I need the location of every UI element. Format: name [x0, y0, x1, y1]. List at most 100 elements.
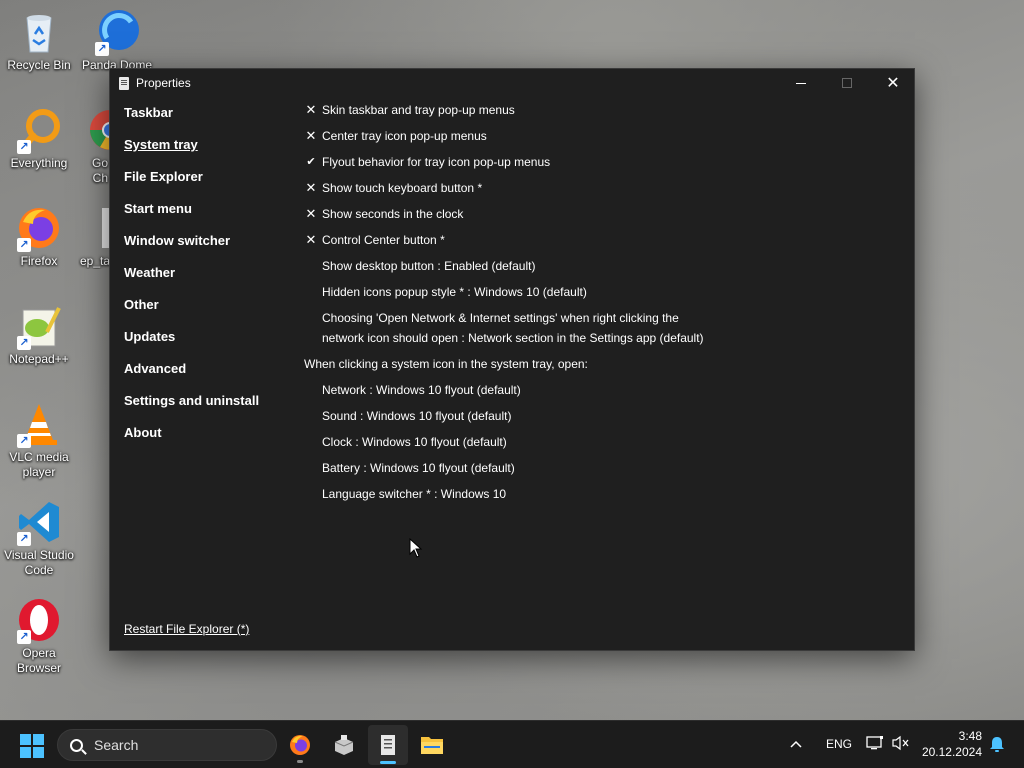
- setting-touch-keyboard-button[interactable]: ✕ Show touch keyboard button *: [304, 178, 904, 204]
- taskbar: ENG 3:48 20.12.2024: [0, 720, 1024, 768]
- minimize-button[interactable]: [778, 69, 824, 97]
- desktop-icon-label: Recycle Bin: [7, 58, 71, 72]
- sidebar-item-start-menu[interactable]: Start menu: [124, 198, 294, 230]
- desktop-icon-notepadpp[interactable]: ↗ Notepad++: [1, 302, 77, 367]
- active-indicator: [380, 761, 396, 764]
- desktop-icon-google-chrome[interactable]: Go Ch: [66, 106, 110, 186]
- language-indicator[interactable]: ENG: [826, 737, 852, 751]
- desktop-icon-label: Notepad++: [9, 352, 69, 366]
- desktop-icon-vlc[interactable]: ↗ VLC media player: [1, 400, 77, 480]
- maximize-button[interactable]: [824, 69, 870, 97]
- desktop-icon-label: ep_ta: [79, 254, 110, 268]
- desktop-icon-vscode[interactable]: ↗ Visual Studio Code: [1, 498, 77, 578]
- sidebar-item-taskbar[interactable]: Taskbar: [124, 102, 294, 134]
- section-heading-system-icon-click: When clicking a system icon in the syste…: [304, 354, 904, 380]
- taskbar-search[interactable]: [57, 729, 277, 761]
- setting-hidden-icons-popup-style[interactable]: Hidden icons popup style * : Windows 10 …: [304, 282, 904, 308]
- setting-label: Clock : Windows 10 flyout (default): [322, 435, 507, 449]
- taskbar-app-firefox[interactable]: [280, 725, 320, 765]
- setting-show-desktop-button[interactable]: Show desktop button : Enabled (default): [304, 256, 904, 282]
- desktop-icon-recycle-bin[interactable]: Recycle Bin: [1, 8, 77, 73]
- setting-label: Choosing 'Open Network & Internet settin…: [322, 311, 704, 345]
- restart-file-explorer-link[interactable]: Restart File Explorer (*): [124, 622, 249, 636]
- mouse-cursor-icon: [409, 537, 423, 563]
- setting-clock-flyout[interactable]: Clock : Windows 10 flyout (default): [304, 432, 904, 458]
- setting-label: Network : Windows 10 flyout (default): [322, 383, 521, 397]
- vlc-icon: ↗: [15, 400, 63, 448]
- settings-list: ✕ Skin taskbar and tray pop-up menus ✕ C…: [304, 100, 904, 510]
- setting-label: Show seconds in the clock: [322, 207, 464, 221]
- show-hidden-icons-chevron-icon[interactable]: [790, 735, 802, 751]
- setting-control-center-button[interactable]: ✕ Control Center button *: [304, 230, 904, 256]
- shortcut-arrow-icon: ↗: [17, 532, 31, 546]
- properties-window: Properties ✕ Taskbar System tray File Ex…: [109, 68, 915, 651]
- panda-dome-icon: ↗: [93, 8, 141, 56]
- unchecked-x-icon: ✕: [305, 180, 317, 195]
- sidebar-item-system-tray[interactable]: System tray: [124, 134, 294, 166]
- sidebar-item-window-switcher[interactable]: Window switcher: [124, 230, 294, 262]
- shortcut-arrow-icon: ↗: [17, 140, 31, 154]
- taskbar-app-package[interactable]: [324, 725, 364, 765]
- setting-sound-flyout[interactable]: Sound : Windows 10 flyout (default): [304, 406, 904, 432]
- search-input[interactable]: [94, 737, 254, 753]
- setting-label: Battery : Windows 10 flyout (default): [322, 461, 515, 475]
- setting-label: Center tray icon pop-up menus: [322, 129, 487, 143]
- window-title: Properties: [136, 76, 191, 90]
- notification-bell-icon[interactable]: [988, 735, 1006, 753]
- everything-search-icon: ↗: [15, 106, 63, 154]
- sidebar-item-other[interactable]: Other: [124, 294, 294, 326]
- unchecked-x-icon: ✕: [305, 206, 317, 221]
- sidebar-item-advanced[interactable]: Advanced: [124, 358, 294, 390]
- setting-label: Sound : Windows 10 flyout (default): [322, 409, 512, 423]
- taskbar-app-file-explorer[interactable]: [412, 725, 452, 765]
- start-button[interactable]: [20, 734, 44, 758]
- setting-flyout-behavior[interactable]: ✔ Flyout behavior for tray icon pop-up m…: [304, 152, 904, 178]
- sidebar-item-about[interactable]: About: [124, 422, 294, 454]
- desktop-icon-label: Opera Browser: [16, 646, 61, 675]
- clock-date: 20.12.2024: [921, 745, 982, 759]
- minimize-icon: [796, 82, 806, 84]
- maximize-icon: [842, 78, 852, 88]
- unchecked-x-icon: ✕: [305, 232, 317, 247]
- setting-label: Hidden icons popup style * : Windows 10 …: [322, 285, 587, 299]
- desktop-icon-ep-taskbar[interactable]: ep_ta: [78, 204, 110, 269]
- clock-time: 3:48: [958, 729, 982, 743]
- sidebar-item-settings-and-uninstall[interactable]: Settings and uninstall: [124, 390, 294, 422]
- unchecked-x-icon: ✕: [305, 102, 317, 117]
- sidebar-item-weather[interactable]: Weather: [124, 262, 294, 294]
- setting-center-tray-menus[interactable]: ✕ Center tray icon pop-up menus: [304, 126, 904, 152]
- taskbar-app-properties[interactable]: [368, 725, 408, 765]
- properties-app-icon: [381, 735, 395, 755]
- running-indicator: [297, 760, 303, 763]
- shortcut-arrow-icon: ↗: [17, 434, 31, 448]
- setting-label: Control Center button *: [322, 233, 445, 247]
- title-bar[interactable]: Properties ✕: [110, 69, 914, 97]
- desktop-icon-label: Go Ch: [91, 156, 108, 185]
- desktop-icon-opera[interactable]: ↗ Opera Browser: [1, 596, 77, 676]
- desktop-icon-firefox[interactable]: ↗ Firefox: [1, 204, 77, 269]
- sidebar-item-updates[interactable]: Updates: [124, 326, 294, 358]
- close-button[interactable]: ✕: [870, 69, 916, 97]
- close-icon: ✕: [886, 75, 900, 92]
- opera-icon: ↗: [15, 596, 63, 644]
- windows-logo-icon: [20, 734, 31, 745]
- setting-show-seconds[interactable]: ✕ Show seconds in the clock: [304, 204, 904, 230]
- checkmark-icon: ✔: [306, 156, 316, 168]
- system-clock[interactable]: 3:48 20.12.2024: [920, 728, 982, 760]
- unchecked-x-icon: ✕: [305, 128, 317, 143]
- desktop-icon-label: Firefox: [20, 254, 58, 268]
- sidebar-item-file-explorer[interactable]: File Explorer: [124, 166, 294, 198]
- google-chrome-icon: [86, 106, 110, 154]
- desktop-icon-panda-dome[interactable]: ↗ Panda Dome: [79, 8, 155, 73]
- setting-skin-taskbar-menus[interactable]: ✕ Skin taskbar and tray pop-up menus: [304, 100, 904, 126]
- setting-network-settings-target[interactable]: Choosing 'Open Network & Internet settin…: [304, 308, 724, 354]
- volume-muted-icon[interactable]: [892, 735, 910, 754]
- network-icon[interactable]: [866, 735, 884, 754]
- setting-network-flyout[interactable]: Network : Windows 10 flyout (default): [304, 380, 904, 406]
- setting-battery-flyout[interactable]: Battery : Windows 10 flyout (default): [304, 458, 904, 484]
- setting-label: Show desktop button : Enabled (default): [322, 259, 536, 273]
- firefox-icon: ↗: [15, 204, 63, 252]
- vscode-icon: ↗: [15, 498, 63, 546]
- setting-language-switcher[interactable]: Language switcher * : Windows 10: [304, 484, 904, 510]
- shortcut-arrow-icon: ↗: [95, 42, 109, 56]
